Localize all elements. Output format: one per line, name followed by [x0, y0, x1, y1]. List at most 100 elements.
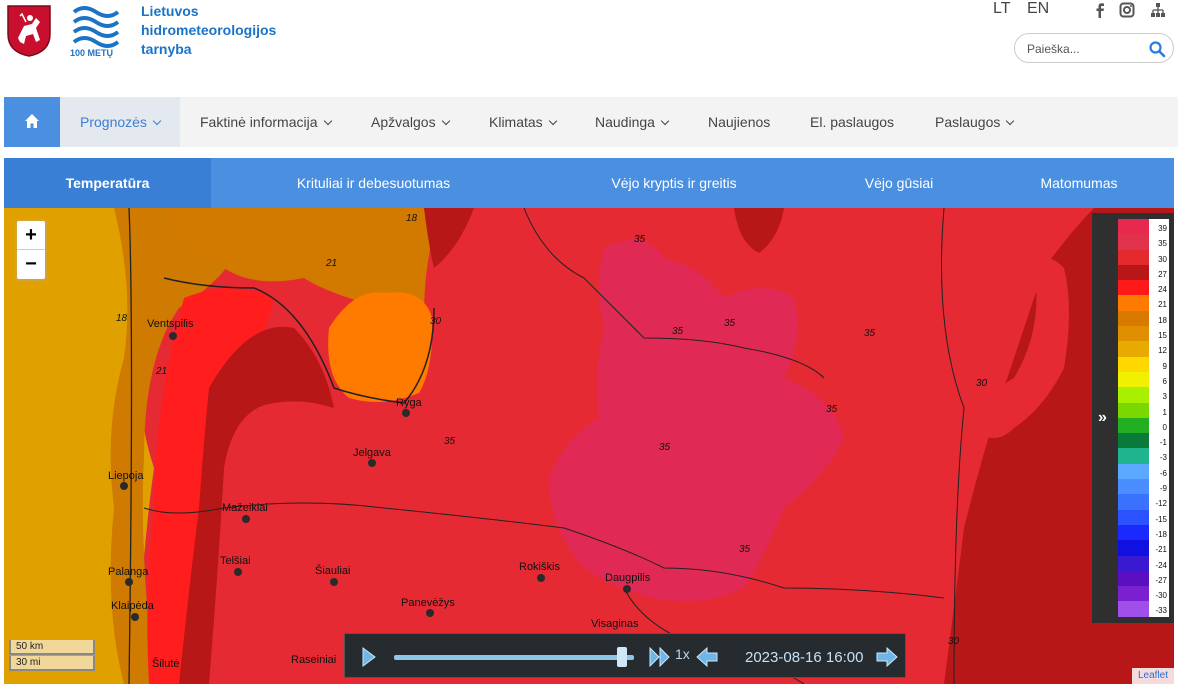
contour-label: 21	[156, 366, 168, 377]
tab-krituliai[interactable]: Krituliai ir debesuotumas	[251, 158, 496, 208]
lang-lt-link[interactable]: LT	[993, 0, 1010, 18]
legend-swatch	[1118, 295, 1149, 311]
nav-label: El. paslaugos	[810, 114, 895, 130]
city-marker	[537, 574, 545, 582]
timeline-slider[interactable]	[394, 655, 634, 660]
lang-en-link[interactable]: EN	[1027, 0, 1049, 18]
nav-item-naudinga[interactable]: Naudinga	[575, 97, 688, 147]
city-marker	[120, 482, 128, 490]
city-marker	[169, 332, 177, 340]
legend-swatch	[1118, 601, 1149, 617]
sitemap-icon[interactable]	[1150, 2, 1166, 18]
temperature-map[interactable]: 21 18 21 18 30 35 35 35 35 35 35 35 30 3…	[4, 208, 1174, 684]
legend-swatch	[1118, 280, 1149, 296]
legend-value: -24	[1155, 560, 1167, 570]
legend-collapse-icon[interactable]: »	[1098, 409, 1107, 427]
coat-of-arms-icon[interactable]	[6, 4, 52, 58]
tab-vejo-kryptis[interactable]: Vėjo kryptis ir greitis	[564, 158, 784, 208]
legend-swatch	[1118, 448, 1149, 464]
legend-value: -27	[1155, 575, 1167, 585]
scale-mi: 30 mi	[9, 656, 95, 671]
contour-label: 35	[864, 328, 876, 339]
zoom-in-button[interactable]: +	[17, 221, 45, 250]
city-label: Šiauliai	[315, 565, 351, 577]
legend-value: 18	[1158, 315, 1167, 325]
tab-vejo-gusiai[interactable]: Vėjo gūsiai	[824, 158, 974, 208]
legend-value: -9	[1159, 484, 1167, 494]
city-label: Raseiniai	[291, 654, 337, 666]
legend-value: -1	[1159, 438, 1167, 448]
city-marker	[125, 578, 133, 586]
nav-item-el-paslaugos[interactable]: El. paslaugos	[790, 97, 914, 147]
scale-km: 50 km	[9, 640, 95, 655]
search-input[interactable]	[1027, 40, 1142, 58]
city-marker	[623, 585, 631, 593]
city-label: Šilutė	[152, 658, 180, 670]
city-label: Liepoja	[108, 470, 144, 482]
contour-label: 18	[116, 313, 128, 324]
zoom-out-button[interactable]: −	[17, 250, 45, 279]
search-icon[interactable]	[1148, 40, 1166, 58]
legend-swatch	[1118, 264, 1149, 281]
legend-value: -15	[1155, 514, 1167, 524]
nav-item-prognozes[interactable]: Prognozės	[60, 97, 180, 147]
city-label: Rokiškis	[519, 561, 560, 573]
legend-value: -3	[1159, 453, 1167, 463]
nav-item-naujienos[interactable]: Naujienos	[688, 97, 790, 147]
org-name-line: tarnyba	[141, 41, 192, 57]
nav-label: Naujienos	[708, 114, 771, 130]
fast-forward-icon[interactable]	[649, 647, 671, 667]
logo-caption: 100 METŲ	[70, 48, 114, 58]
contour-label: 30	[948, 636, 960, 647]
zoom-control: + −	[15, 219, 47, 281]
animation-player: 1x 2023-08-16 16:00	[344, 633, 906, 678]
legend-value: 0	[1162, 422, 1167, 432]
facebook-icon[interactable]	[1092, 2, 1108, 18]
step-back-icon[interactable]	[695, 646, 719, 668]
org-name[interactable]: Lietuvos hidrometeorologijos tarnyba	[141, 2, 276, 59]
chevron-down-icon	[152, 116, 162, 126]
nav-item-klimatas[interactable]: Klimatas	[469, 97, 576, 147]
nav-item-faktine-informacija[interactable]: Faktinė informacija	[180, 97, 351, 147]
legend-swatch	[1118, 356, 1149, 372]
legend-swatch	[1118, 371, 1149, 388]
city-label: Daugpilis	[605, 572, 651, 584]
contour-label: 35	[659, 442, 671, 453]
legend-swatch	[1118, 555, 1149, 571]
chevron-down-icon	[323, 116, 332, 126]
nav-label: Klimatas	[489, 114, 543, 130]
city-marker	[330, 578, 338, 586]
legend-value: -6	[1159, 468, 1167, 478]
legend-value: 12	[1158, 346, 1167, 356]
city-marker	[131, 613, 139, 621]
city-label: Klaipėda	[111, 600, 154, 612]
city-marker	[426, 609, 434, 617]
legend-value: -21	[1155, 545, 1167, 555]
home-button[interactable]	[4, 97, 60, 147]
site-header: 100 METŲ Lietuvos hidrometeorologijos ta…	[0, 0, 1178, 97]
city-marker	[242, 515, 250, 523]
tab-matomumas[interactable]: Matomumas	[1014, 158, 1144, 208]
contour-label: 35	[444, 436, 456, 447]
legend-value: 39	[1158, 224, 1167, 233]
timeline-handle[interactable]	[617, 647, 627, 667]
speed-label[interactable]: 1x	[675, 646, 690, 662]
nav-label: Paslaugos	[935, 114, 1001, 130]
nav-label: Faktinė informacija	[200, 114, 318, 130]
instagram-icon[interactable]	[1119, 2, 1135, 18]
play-icon[interactable]	[361, 647, 377, 667]
forecast-timestamp: 2023-08-16 16:00	[745, 649, 864, 666]
home-icon	[25, 114, 39, 128]
leaflet-attribution-link[interactable]: Leaflet	[1132, 668, 1174, 684]
legend-value: 6	[1162, 376, 1167, 386]
legend-swatch	[1118, 417, 1149, 434]
legend-swatch	[1118, 387, 1149, 403]
city-label: Ryga	[396, 397, 422, 409]
step-forward-icon[interactable]	[875, 646, 899, 668]
contour-label: 18	[406, 213, 418, 224]
tab-temperatura[interactable]: Temperatūra	[4, 158, 211, 208]
nav-item-apzvalgos[interactable]: Apžvalgos	[351, 97, 469, 147]
legend-swatch	[1118, 219, 1149, 235]
nav-item-paslaugos[interactable]: Paslaugos	[915, 97, 1033, 147]
legend-value: 3	[1162, 392, 1167, 402]
